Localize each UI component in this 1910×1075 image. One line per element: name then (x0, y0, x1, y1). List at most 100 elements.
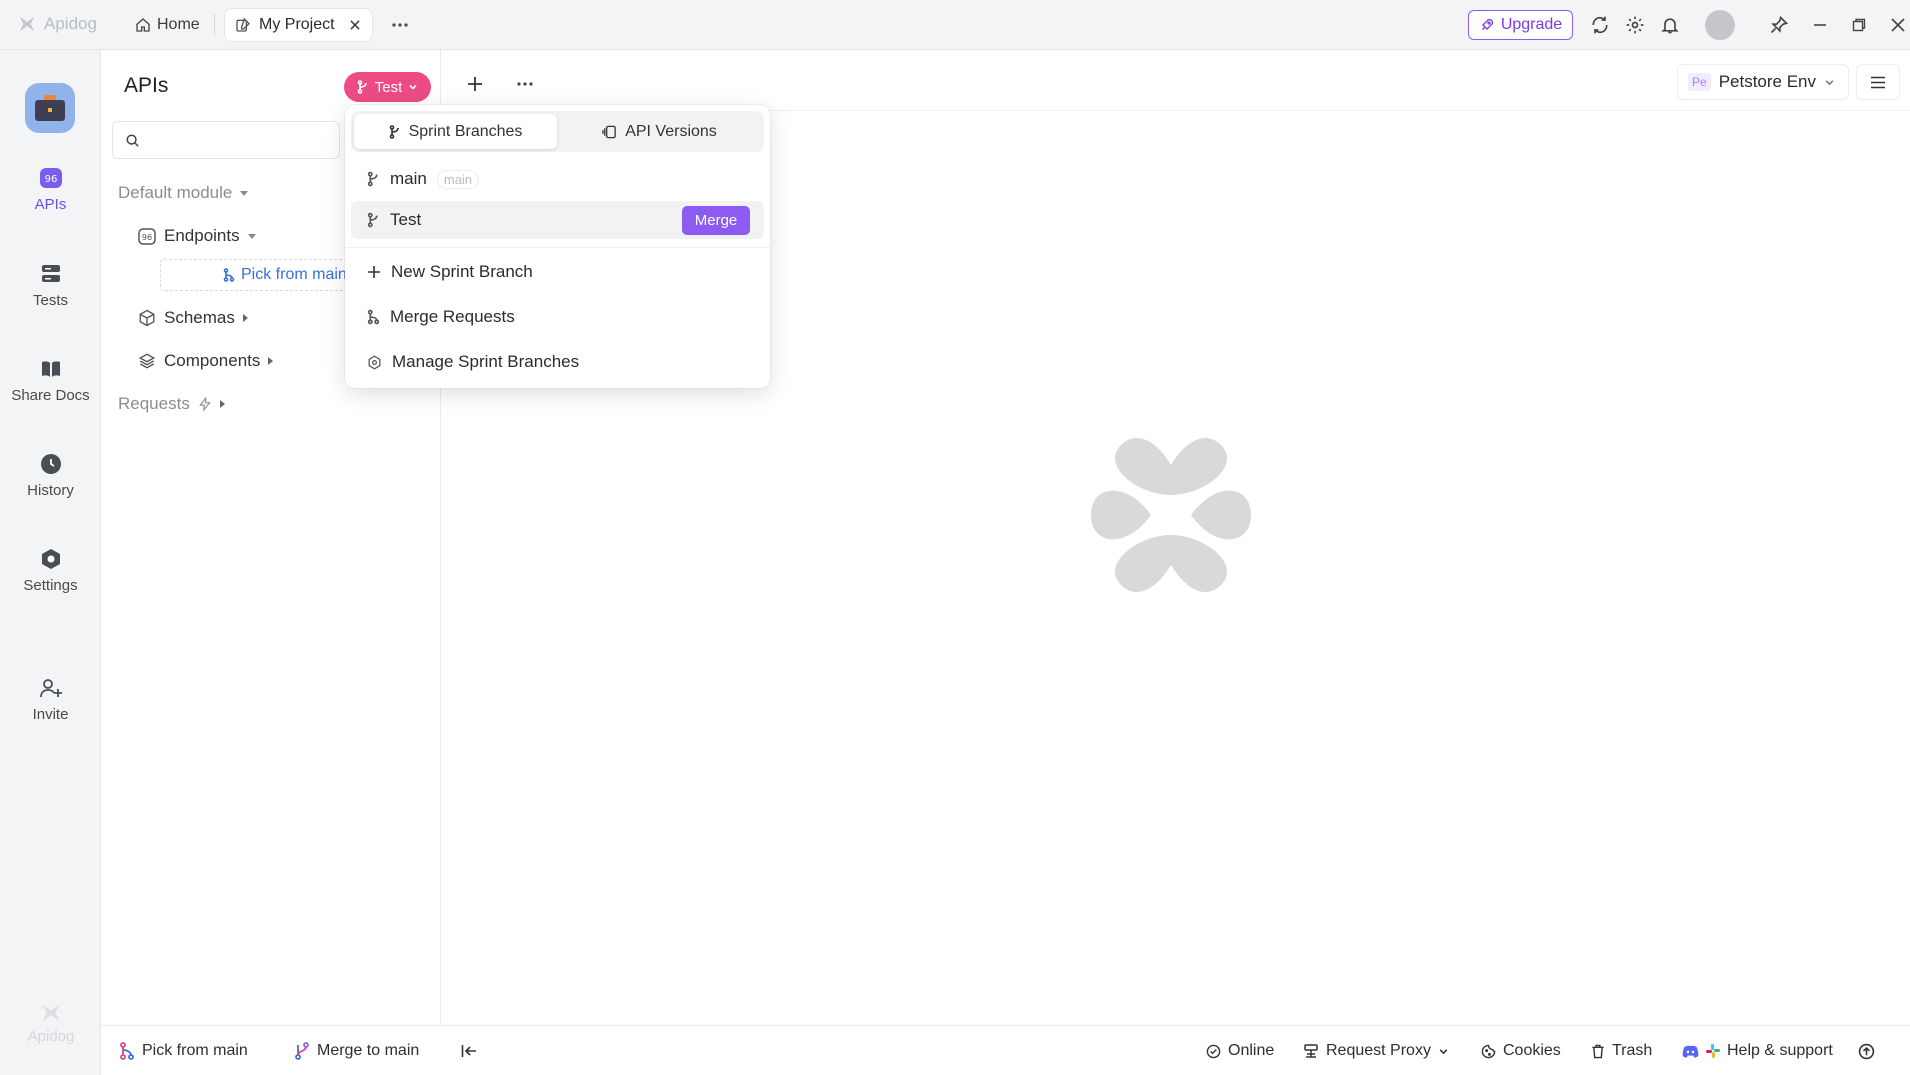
minimize-button[interactable] (1808, 13, 1832, 37)
trash-button[interactable]: Trash (1591, 1026, 1652, 1075)
tab-sprint-branches[interactable]: Sprint Branches (354, 114, 557, 149)
branch-icon (357, 80, 367, 94)
pick-branch-icon (120, 1042, 134, 1060)
manage-sprint-branches-item[interactable]: Manage Sprint Branches (351, 343, 764, 381)
environment-select[interactable]: Pe Petstore Env (1677, 64, 1849, 100)
branch-dropdown: Sprint Branches API Versions main main T… (345, 105, 770, 388)
tree-endpoints-label: Endpoints (164, 226, 240, 245)
menu-button[interactable] (1856, 64, 1900, 100)
notifications-button[interactable] (1658, 13, 1682, 37)
apidog-watermark-icon (1091, 437, 1251, 593)
title-bar: Apidog Home My Project Upgrade (0, 0, 1910, 50)
apidog-logo-icon (42, 1004, 60, 1022)
rocket-icon (1481, 18, 1493, 31)
close-window-button[interactable] (1886, 13, 1910, 37)
project-avatar[interactable] (25, 83, 75, 133)
rail-item-settings[interactable]: Settings (0, 548, 101, 594)
rail-item-tests[interactable]: Tests (0, 263, 101, 309)
caret-down-icon (247, 233, 256, 239)
search-icon (126, 133, 139, 147)
caret-right-icon (219, 400, 225, 408)
minimize-icon (1814, 24, 1826, 26)
help-support-label: Help & support (1727, 1042, 1833, 1059)
merge-requests-item[interactable]: Merge Requests (351, 298, 764, 336)
branch-item-main[interactable]: main main (351, 160, 764, 198)
endpoints-icon: 96 (138, 227, 156, 245)
tab-api-versions[interactable]: API Versions (558, 114, 761, 149)
sidebar-search[interactable] (112, 121, 340, 159)
edit-icon (236, 17, 250, 32)
merge-button[interactable]: Merge (682, 206, 750, 235)
cookies-button[interactable]: Cookies (1481, 1026, 1561, 1075)
new-sprint-branch-label: New Sprint Branch (391, 262, 533, 281)
main-toolbar: Pe Petstore Env (441, 50, 1910, 111)
lightning-icon (198, 397, 211, 411)
new-tab-button[interactable] (463, 72, 487, 96)
plus-icon (368, 266, 380, 278)
rail-item-share-docs[interactable]: Share Docs (0, 358, 101, 404)
rail-item-apis[interactable]: 96 APIs (0, 167, 101, 213)
layers-icon (138, 353, 156, 369)
bell-icon (1661, 18, 1679, 34)
request-proxy-select[interactable]: Request Proxy (1303, 1026, 1449, 1075)
tree-pick-from-main-label: Pick from main (241, 266, 347, 283)
branch-item-test[interactable]: Test Merge (351, 201, 764, 239)
rail-item-apis-label: APIs (34, 196, 67, 213)
home-icon (136, 18, 150, 32)
versions-icon (602, 125, 616, 138)
tab-home[interactable]: Home (131, 12, 204, 38)
env-badge: Pe (1688, 73, 1711, 91)
upload-button[interactable] (1858, 1026, 1875, 1075)
more-actions-button[interactable] (513, 72, 537, 96)
cookie-icon (1481, 1044, 1496, 1058)
tree-pick-from-main[interactable]: Pick from main (160, 259, 360, 291)
branch-selector[interactable]: Test (344, 72, 431, 102)
tree-default-module-label: Default module (118, 183, 233, 202)
chevron-down-icon (1825, 79, 1834, 85)
user-avatar[interactable] (1705, 10, 1735, 40)
trash-icon (1592, 1044, 1604, 1058)
main-branch-tag: main (436, 169, 480, 189)
online-status[interactable]: Online (1206, 1026, 1274, 1075)
sidebar-title: APIs (124, 74, 169, 97)
left-rail: 96 APIs Tests Share Docs History Setting… (0, 50, 101, 1075)
sync-button[interactable] (1588, 13, 1612, 37)
settings-button[interactable] (1623, 13, 1647, 37)
close-icon[interactable] (348, 18, 362, 32)
tree-schemas[interactable]: Schemas (138, 308, 248, 328)
dropdown-divider (345, 247, 770, 248)
tree-schemas-label: Schemas (164, 308, 235, 327)
gear-icon (368, 355, 381, 369)
rail-item-history[interactable]: History (0, 453, 101, 499)
pick-from-main-button[interactable]: Pick from main (119, 1026, 248, 1075)
merge-branch-icon (295, 1042, 309, 1060)
merge-to-main-button[interactable]: Merge to main (294, 1026, 419, 1075)
tree-components[interactable]: Components (138, 351, 274, 371)
upgrade-button[interactable]: Upgrade (1468, 10, 1573, 40)
help-support-button[interactable]: Help & support (1682, 1026, 1833, 1075)
caret-right-icon (268, 357, 274, 365)
collapse-sidebar-button[interactable] (461, 1026, 477, 1075)
branch-icon (223, 268, 235, 282)
restore-icon (1852, 18, 1866, 32)
search-input[interactable] (148, 131, 328, 149)
rail-item-invite[interactable]: Invite (0, 677, 101, 723)
pin-button[interactable] (1767, 13, 1791, 37)
branch-item-test-label: Test (390, 210, 422, 229)
rail-item-share-docs-label: Share Docs (11, 387, 90, 404)
new-sprint-branch-item[interactable]: New Sprint Branch (351, 253, 764, 291)
tree-endpoints[interactable]: 96 Endpoints (138, 226, 256, 246)
tab-divider (214, 14, 215, 36)
svg-text:96: 96 (44, 174, 57, 185)
tree-components-label: Components (164, 351, 261, 370)
more-tabs-button[interactable] (388, 13, 412, 37)
slack-icon (1706, 1044, 1720, 1058)
tree-requests[interactable]: Requests (118, 394, 225, 414)
tree-default-module[interactable]: Default module (118, 183, 249, 203)
branch-icon (367, 212, 378, 228)
restore-button[interactable] (1847, 13, 1871, 37)
tab-my-project-label: My Project (259, 16, 335, 33)
tab-my-project[interactable]: My Project (225, 9, 372, 41)
tab-sprint-branches-label: Sprint Branches (408, 122, 523, 140)
more-icon (392, 23, 408, 27)
